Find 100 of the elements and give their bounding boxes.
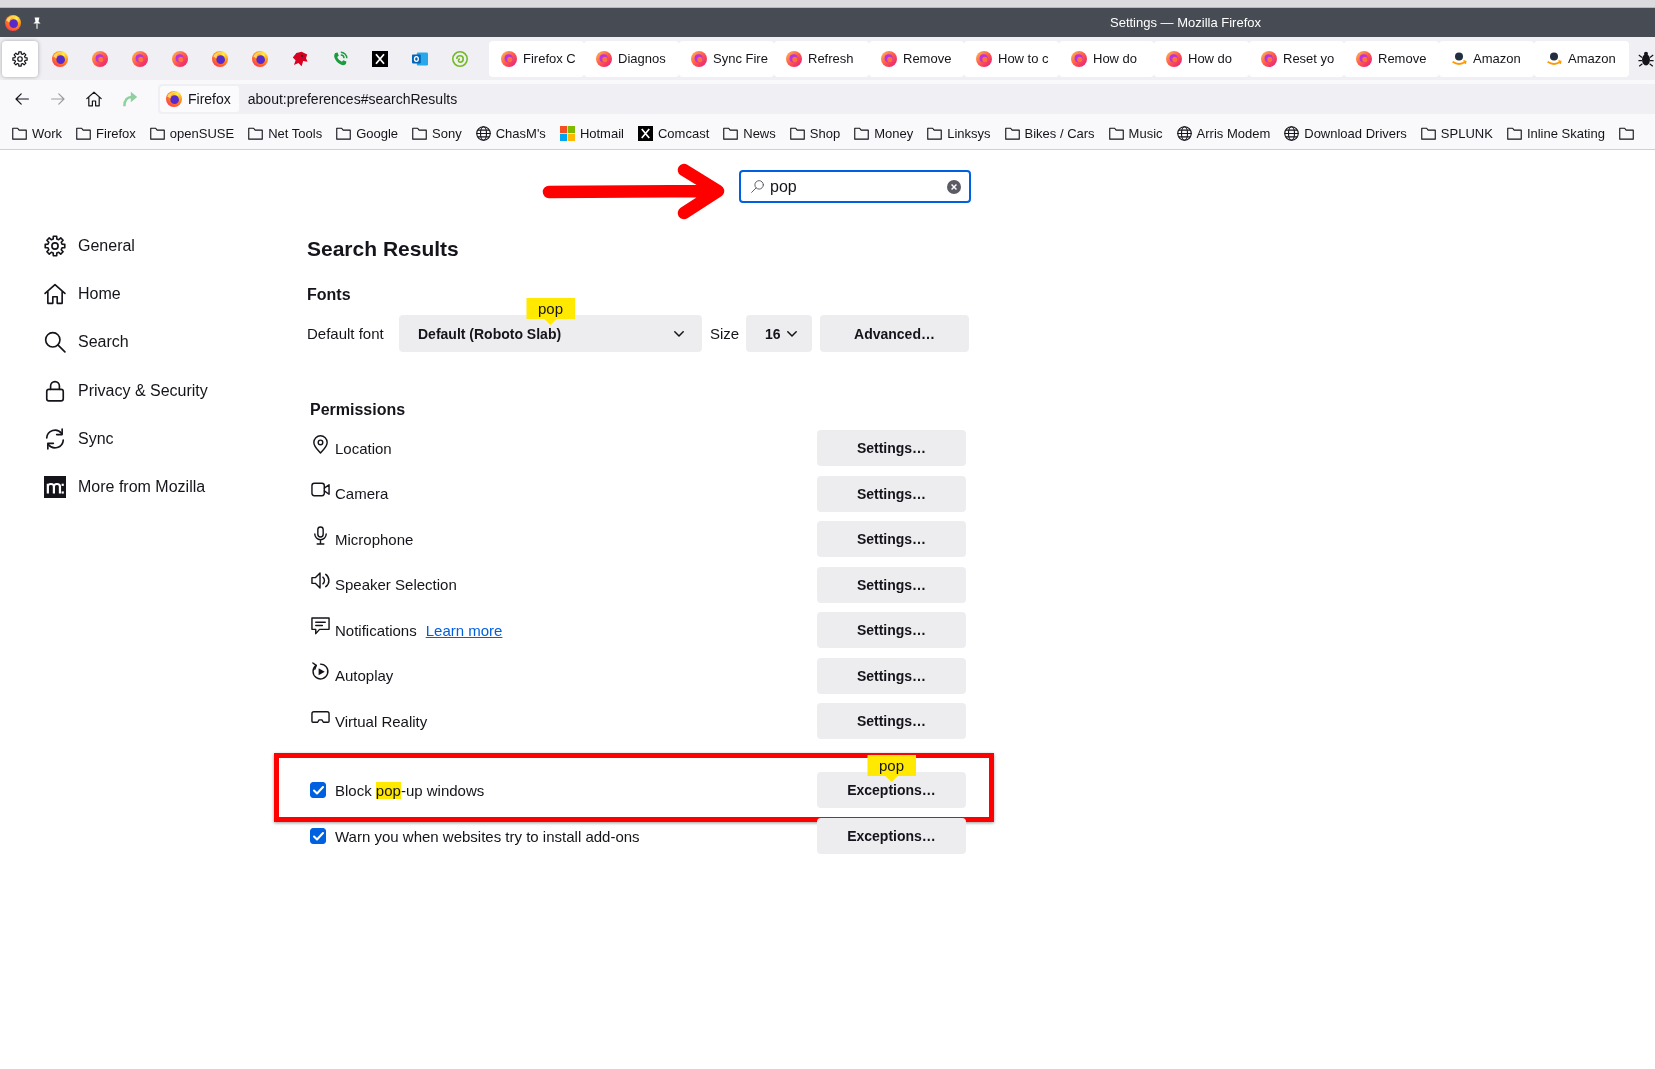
phone-icon (332, 50, 348, 67)
settings-button[interactable]: Settings… (817, 521, 966, 557)
tab[interactable]: How do (1154, 40, 1249, 77)
settings-button[interactable]: Settings… (817, 703, 966, 739)
search-icon (751, 180, 764, 193)
folder-icon (149, 126, 165, 141)
bookmark-item[interactable]: Net Tools (244, 121, 327, 146)
sidebar-item[interactable]: General (44, 226, 135, 266)
permission-label: Notifications (335, 621, 417, 639)
sidebar-item[interactable]: Home (44, 274, 121, 315)
settings-button[interactable]: Settings… (817, 566, 966, 603)
sync-icon (44, 427, 66, 450)
learn-more-link[interactable]: Learn more (425, 621, 503, 639)
bookmark-item[interactable]: Sony (408, 121, 466, 146)
bookmark-item[interactable]: Hotmail (555, 121, 628, 146)
browser-logo-icon (5, 14, 21, 31)
checkmark-icon (312, 785, 324, 795)
tab[interactable]: How to c (964, 40, 1059, 77)
settings-button[interactable]: Settings… (817, 657, 966, 694)
folder-icon (336, 126, 352, 141)
bookmark-item[interactable]: openSUSE (145, 121, 239, 146)
sidebar-item[interactable]: Privacy & Security (44, 370, 208, 411)
bookmark-item[interactable]: Arris Modem (1172, 121, 1275, 146)
bookmark-item[interactable]: Inline Skating (1502, 121, 1609, 146)
autoplay-icon (311, 662, 330, 681)
bookmark-item[interactable]: ChasM's (471, 121, 550, 146)
tab[interactable]: Sync Fire (679, 40, 774, 77)
tab[interactable]: How do (1059, 40, 1154, 77)
bookmark-item[interactable]: News (719, 121, 780, 146)
ring-logo-icon (132, 50, 148, 67)
x-logo-icon (372, 50, 388, 67)
tab[interactable]: Remove (869, 40, 964, 77)
speaker-icon (311, 571, 330, 590)
bookmark-item[interactable]: Bikes / Cars (1000, 121, 1099, 146)
section-heading: Permissions (310, 400, 407, 420)
bookmark-item[interactable]: Shop (785, 121, 845, 146)
settings-button[interactable]: Settings… (817, 475, 966, 512)
settings-icon (12, 50, 28, 67)
sidebar-item[interactable]: Sync (44, 418, 114, 459)
size-select[interactable]: 16 (746, 315, 812, 352)
chat-bubble-icon (311, 616, 330, 636)
sidebar-item[interactable]: More from Mozilla (44, 466, 206, 507)
bookmark-item[interactable]: Comcast (633, 121, 714, 146)
pushpin-icon[interactable] (31, 16, 43, 29)
lock-icon (44, 379, 66, 402)
bookmark-item[interactable]: Money (850, 121, 918, 146)
creature-logo-icon (292, 50, 308, 67)
permission-label: Autoplay (335, 667, 394, 684)
bookmark-item[interactable]: Download Drivers (1280, 121, 1411, 146)
settings-button[interactable]: Settings… (817, 612, 966, 648)
search-field[interactable]: pop (739, 170, 971, 203)
chevron-icon (674, 330, 684, 337)
address-bar[interactable]: Firefox about:preferences#searchResults (158, 84, 1655, 114)
globe-icon (475, 126, 491, 141)
tab[interactable]: Diagnos (584, 40, 679, 77)
ring-logo-icon (786, 50, 802, 67)
exceptions-button[interactable]: Exceptions… (817, 818, 966, 854)
tab[interactable]: Refresh (774, 40, 869, 77)
size-label: Size (710, 325, 738, 342)
browser-logo-icon (166, 91, 182, 107)
ring-logo-icon (92, 50, 108, 67)
tab[interactable]: Amazon (1439, 40, 1534, 77)
tab[interactable] (2, 40, 38, 77)
home-icon (44, 283, 66, 306)
bookmark-item[interactable]: Work (8, 121, 67, 146)
globe-icon (1284, 126, 1300, 141)
advanced-button[interactable]: Advanced… (820, 315, 969, 352)
permission-label: Speaker Selection (335, 576, 457, 593)
folder-icon (723, 126, 739, 141)
settings-button[interactable]: Settings… (817, 430, 966, 466)
bookmark-item[interactable]: Google (332, 121, 403, 146)
tab[interactable]: Amazon (1534, 40, 1629, 77)
smile-logo-icon (1546, 50, 1562, 67)
browser-logo-icon (212, 50, 228, 67)
folder-icon (789, 126, 805, 141)
curved-arrow-icon (122, 91, 138, 107)
folder-icon (248, 126, 264, 141)
tab[interactable]: Firefox C (489, 40, 584, 77)
checkbox-label: Warn you when websites try to install add-ons (335, 827, 640, 845)
site-identity-button[interactable]: Firefox (160, 86, 239, 112)
folder-icon (12, 126, 27, 141)
folder-icon (1108, 126, 1124, 141)
bookmark-item[interactable]: Firefox (72, 121, 140, 146)
bookmark-item[interactable]: Linksys (923, 121, 995, 146)
permission-label: Microphone (335, 530, 414, 548)
square-logo-icon (44, 475, 66, 498)
tab[interactable]: Reset yo (1249, 40, 1344, 77)
permission-label: Location (335, 439, 392, 457)
ring-logo-icon (501, 50, 517, 67)
browser-logo-icon (252, 50, 268, 67)
bookmark-item[interactable]: SPLUNK (1416, 121, 1497, 146)
checkbox[interactable] (310, 782, 326, 798)
ring-logo-icon (1261, 50, 1277, 67)
bookmark-item[interactable]: Music (1104, 121, 1167, 146)
tab[interactable]: Remove (1344, 40, 1439, 77)
clear-icon[interactable] (947, 179, 961, 194)
sidebar-item[interactable]: Search (44, 322, 129, 363)
checkbox[interactable] (310, 828, 326, 844)
folder-icon (412, 126, 428, 141)
browser-logo-icon (52, 50, 68, 67)
